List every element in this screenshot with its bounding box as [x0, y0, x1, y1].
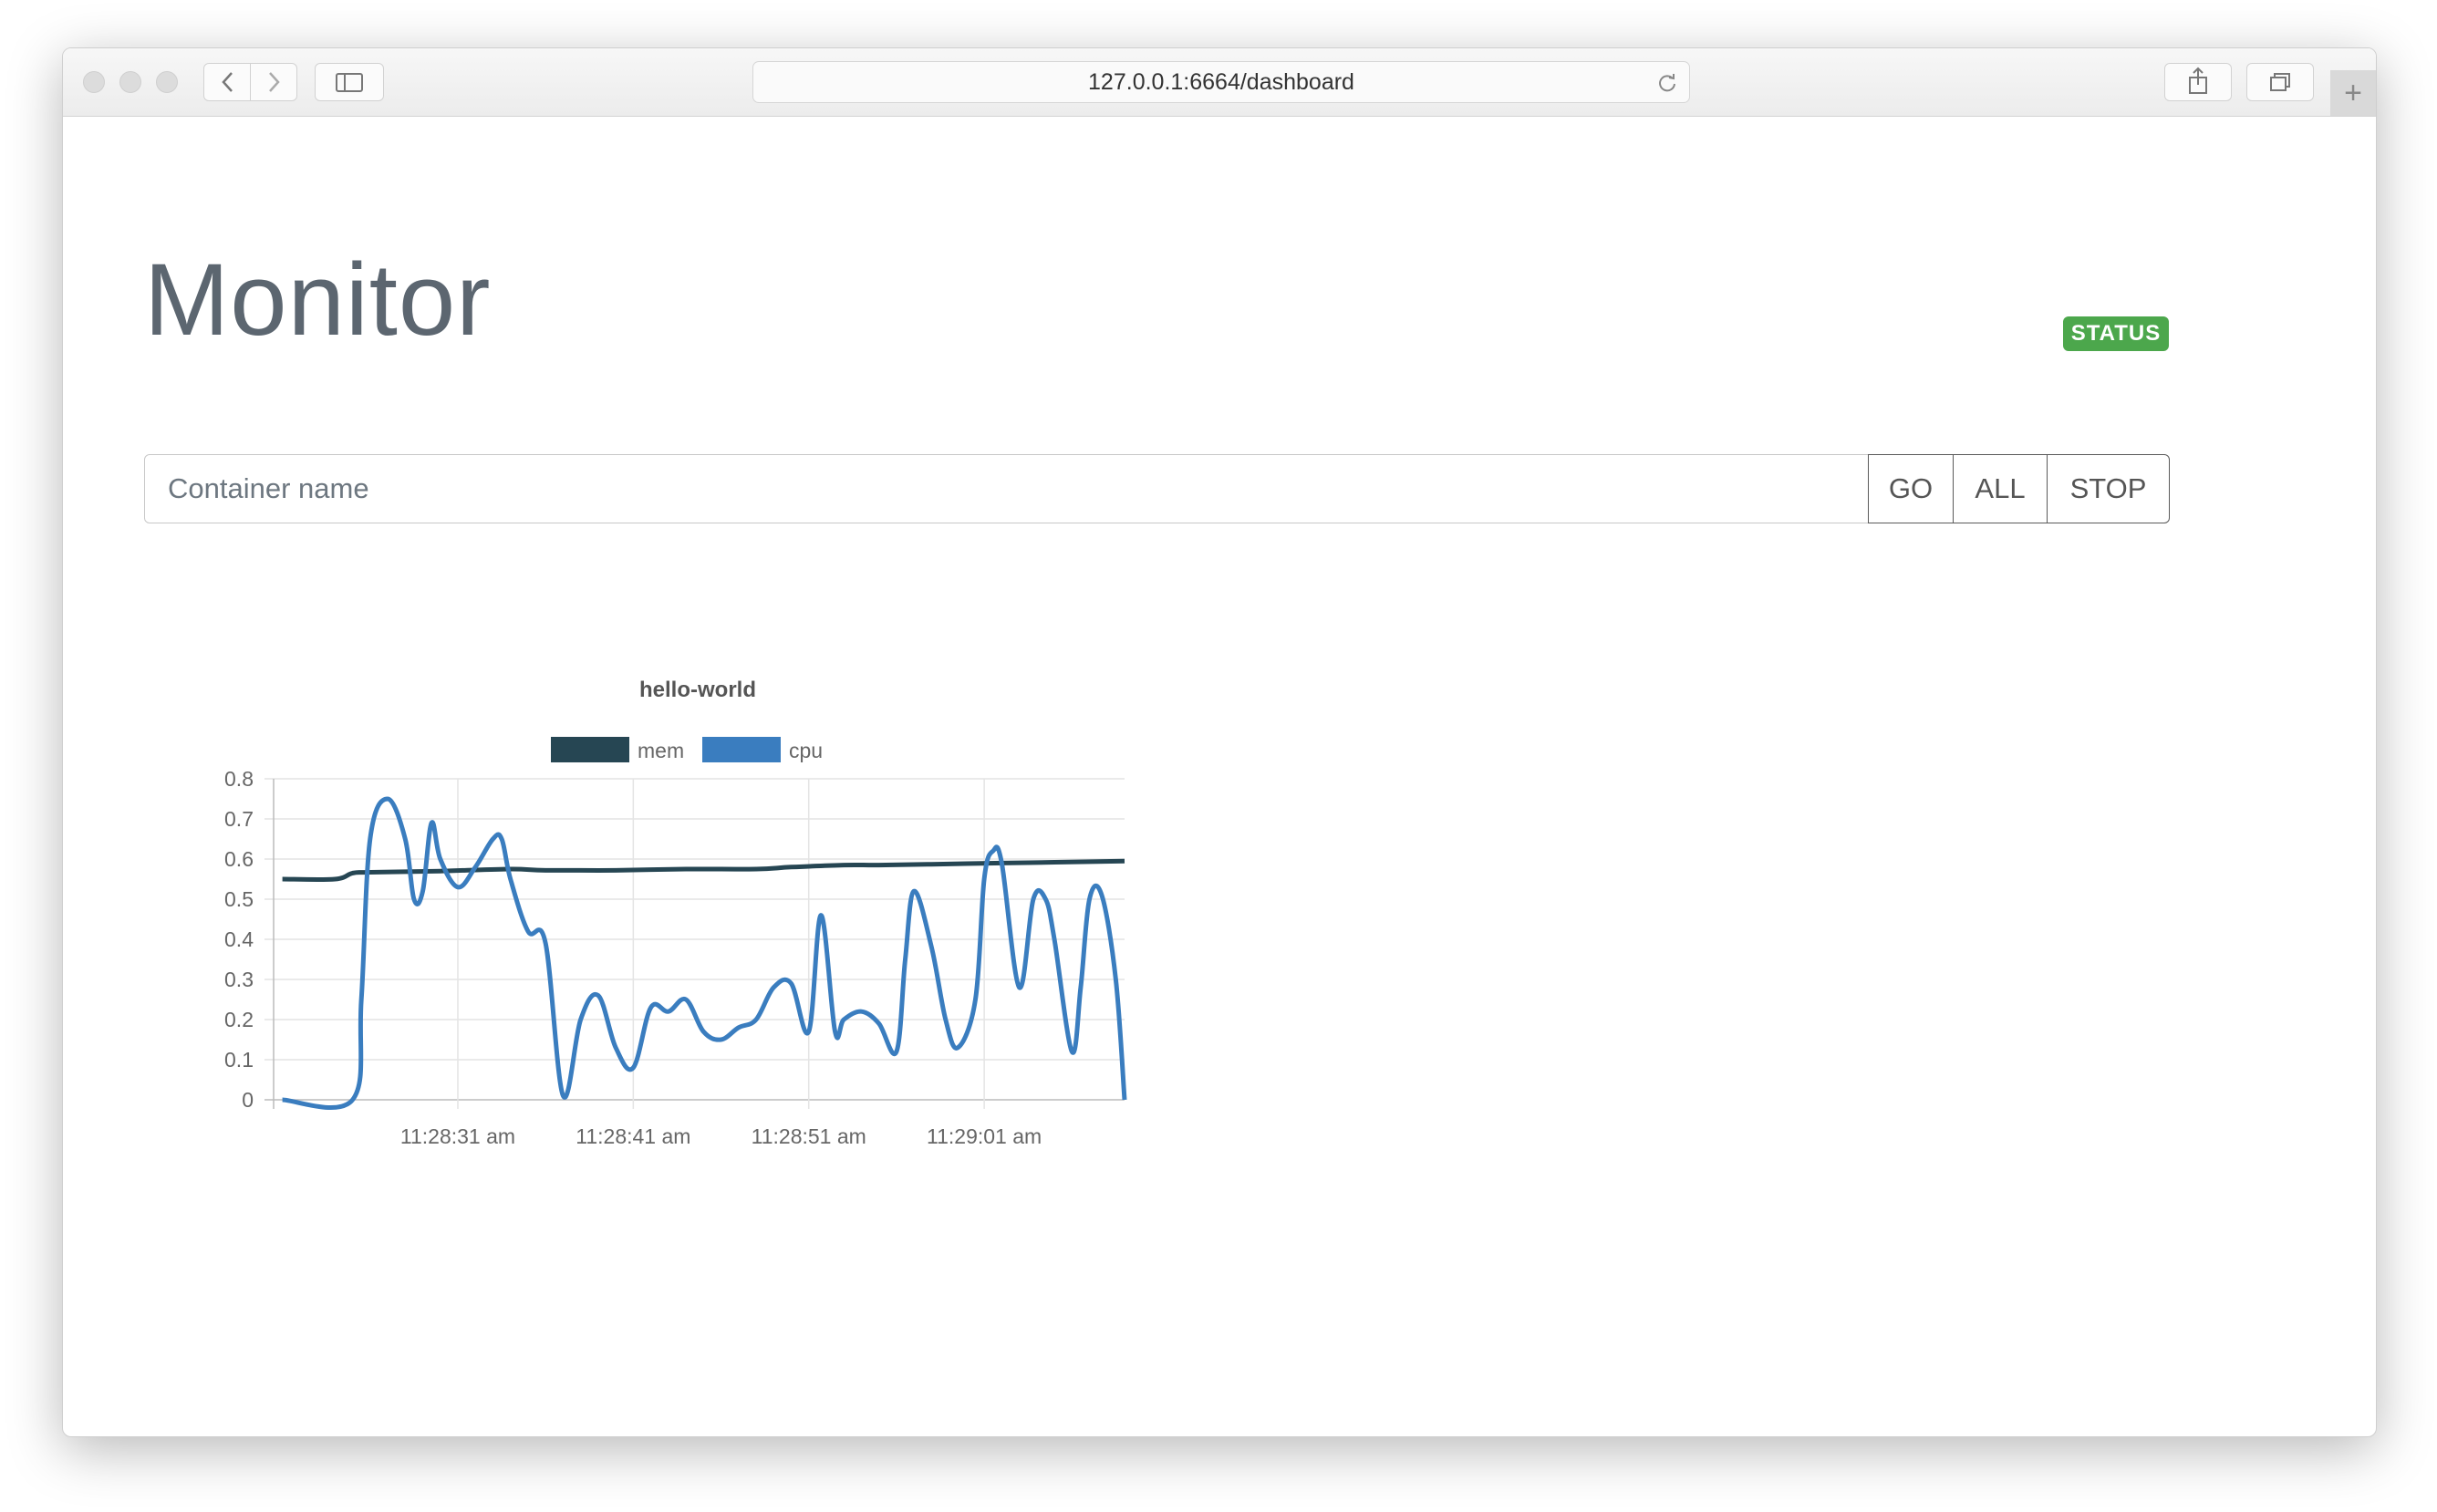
x-axis-ticks: 11:28:31 am 11:28:41 am 11:28:51 am 11:29:0… — [400, 1124, 1042, 1148]
y-tick-label: 0.5 — [224, 887, 254, 911]
chart-series — [282, 796, 1127, 1110]
chart-grid — [264, 778, 1125, 1109]
x-tick-label: 11:28:31 am — [400, 1124, 515, 1148]
y-tick-label: 0.3 — [224, 968, 254, 991]
cpu-legend-swatch — [702, 737, 781, 762]
x-tick-label: 11:28:41 am — [576, 1124, 690, 1148]
y-tick-label: 0.4 — [224, 927, 254, 951]
y-tick-label: 0.2 — [224, 1008, 254, 1031]
y-axis-ticks: 0 0.1 0.2 0.3 0.4 0.5 0.6 0.7 0.8 — [224, 767, 254, 1112]
y-tick-label: 0.7 — [224, 807, 254, 831]
y-tick-label: 0.6 — [224, 847, 254, 871]
mem-legend-label: mem — [638, 739, 684, 762]
y-tick-label: 0 — [242, 1088, 254, 1112]
y-tick-label: 0.1 — [224, 1048, 254, 1072]
chart-legend: mem cpu — [551, 737, 823, 762]
cpu-series-line — [282, 796, 1127, 1110]
mem-legend-swatch — [551, 737, 629, 762]
cpu-legend-label: cpu — [789, 739, 823, 762]
y-tick-label: 0.8 — [224, 767, 254, 791]
chart-title: hello-world — [639, 678, 756, 702]
x-tick-label: 11:29:01 am — [927, 1124, 1042, 1148]
x-tick-label: 11:28:51 am — [752, 1124, 866, 1148]
hello-world-chart: hello-world mem cpu 0 0.1 0.2 0.3 0.4 0.5 0.6 0.… — [224, 678, 1127, 1148]
